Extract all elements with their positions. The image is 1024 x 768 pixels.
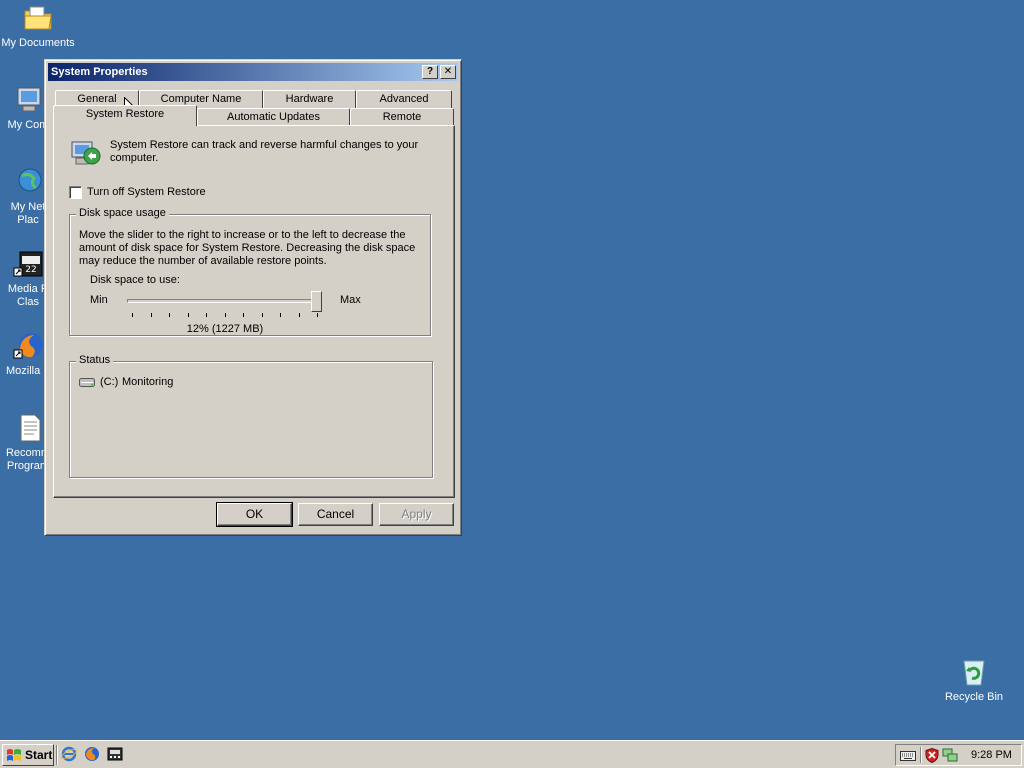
tab-label: Advanced: [379, 93, 429, 105]
taskbar: Start 9:28 PM: [0, 740, 1024, 768]
disk-space-slider-track[interactable]: [127, 299, 322, 303]
slider-tick: [298, 313, 300, 317]
hard-drive-icon: [79, 378, 95, 390]
firefox-shortcut-icon: [12, 330, 44, 362]
tray-separator: [920, 747, 922, 763]
folder-documents-icon: [22, 2, 54, 34]
slider-tick: [280, 313, 281, 317]
disk-space-value: 12% (1227 MB): [186, 323, 264, 335]
media-player-shortcut-icon: 22: [12, 248, 44, 280]
cancel-button[interactable]: Cancel: [298, 503, 373, 526]
desktop-icon-label: Recycle Bin: [944, 691, 1004, 703]
apply-button[interactable]: Apply: [379, 503, 454, 526]
disk-space-usage-legend: Disk space usage: [76, 207, 169, 219]
disk-space-to-use-label: Disk space to use:: [90, 274, 180, 286]
slider-tick: [243, 313, 244, 317]
tab-label: Remote: [382, 111, 422, 123]
tab-advanced[interactable]: Advanced: [356, 90, 452, 108]
system-restore-panel: System Restore can track and reverse har…: [53, 125, 455, 498]
ok-button[interactable]: OK: [216, 502, 293, 527]
slider-min-label: Min: [90, 294, 108, 306]
tab-label: System Restore: [85, 108, 165, 120]
system-restore-icon: [68, 137, 102, 171]
desktop-icon-label: My Documents: [1, 37, 75, 49]
tab-remote[interactable]: Remote: [350, 108, 454, 126]
slider-tick: [206, 313, 207, 317]
slider-tick: [187, 313, 189, 317]
slider-tick: [317, 313, 318, 317]
slider-tick: [224, 313, 226, 317]
document-icon: [12, 412, 44, 444]
dialog-titlebar[interactable]: System Properties ? ✕: [48, 63, 458, 81]
disk-space-slider-thumb[interactable]: [311, 291, 322, 312]
start-label: Start: [25, 748, 53, 762]
status-group: Status (C:) Monitoring: [69, 354, 433, 478]
slider-max-label: Max: [340, 294, 361, 306]
network-places-icon: [12, 166, 44, 198]
close-icon: ✕: [443, 66, 453, 77]
slider-tick: [132, 313, 133, 317]
desktop-icon-my-documents[interactable]: My Documents: [0, 2, 78, 50]
system-properties-dialog: System Properties ? ✕ General Computer N…: [44, 59, 462, 536]
turn-off-system-restore-checkbox[interactable]: [69, 186, 82, 199]
desktop-icon-recycle-bin[interactable]: Recycle Bin: [934, 656, 1014, 704]
tab-hardware[interactable]: Hardware: [263, 90, 356, 108]
intro-text: System Restore can track and reverse har…: [110, 139, 419, 164]
computer-icon: [12, 84, 44, 116]
drive-status: Monitoring: [122, 376, 174, 388]
tab-label: General: [77, 93, 117, 105]
dialog-title: System Properties: [51, 66, 148, 78]
drive-status-row: (C:) Monitoring: [79, 376, 379, 390]
svg-text:22: 22: [25, 265, 36, 275]
keyboard-icon[interactable]: [900, 748, 916, 765]
drive-letter: (C:): [100, 376, 119, 388]
slider-ticks: [70, 313, 430, 318]
tab-label: Hardware: [285, 93, 334, 105]
security-shield-icon[interactable]: [925, 747, 939, 766]
disk-space-usage-group: Disk space usage Move the slider to the …: [69, 207, 431, 336]
tab-label: Automatic Updates: [227, 111, 320, 123]
windows-logo-icon: [6, 748, 22, 768]
tab-system-restore[interactable]: System Restore: [53, 105, 197, 126]
media-player-classic-icon[interactable]: [107, 746, 123, 765]
tab-automatic-updates[interactable]: Automatic Updates: [197, 108, 350, 126]
slider-tick: [261, 313, 263, 317]
disk-space-description: Move the slider to the right to increase…: [79, 229, 416, 267]
system-tray: 9:28 PM: [895, 744, 1022, 766]
clock: 9:28 PM: [971, 749, 1012, 761]
tab-strip: General Computer Name Hardware Advanced …: [53, 88, 455, 126]
network-icon[interactable]: [942, 748, 958, 766]
internet-explorer-icon[interactable]: [61, 746, 77, 765]
recycle-bin-icon: [958, 656, 990, 688]
help-icon: ?: [426, 66, 434, 77]
turn-off-system-restore-label[interactable]: Turn off System Restore: [87, 186, 206, 198]
close-button[interactable]: ✕: [440, 65, 456, 79]
help-button[interactable]: ?: [422, 65, 438, 79]
taskbar-separator: [56, 745, 58, 765]
slider-tick: [150, 313, 152, 317]
tab-label: Computer Name: [160, 93, 242, 105]
firefox-icon[interactable]: [84, 746, 100, 765]
slider-tick: [169, 313, 170, 317]
status-legend: Status: [76, 354, 114, 366]
start-button[interactable]: Start: [2, 744, 54, 766]
